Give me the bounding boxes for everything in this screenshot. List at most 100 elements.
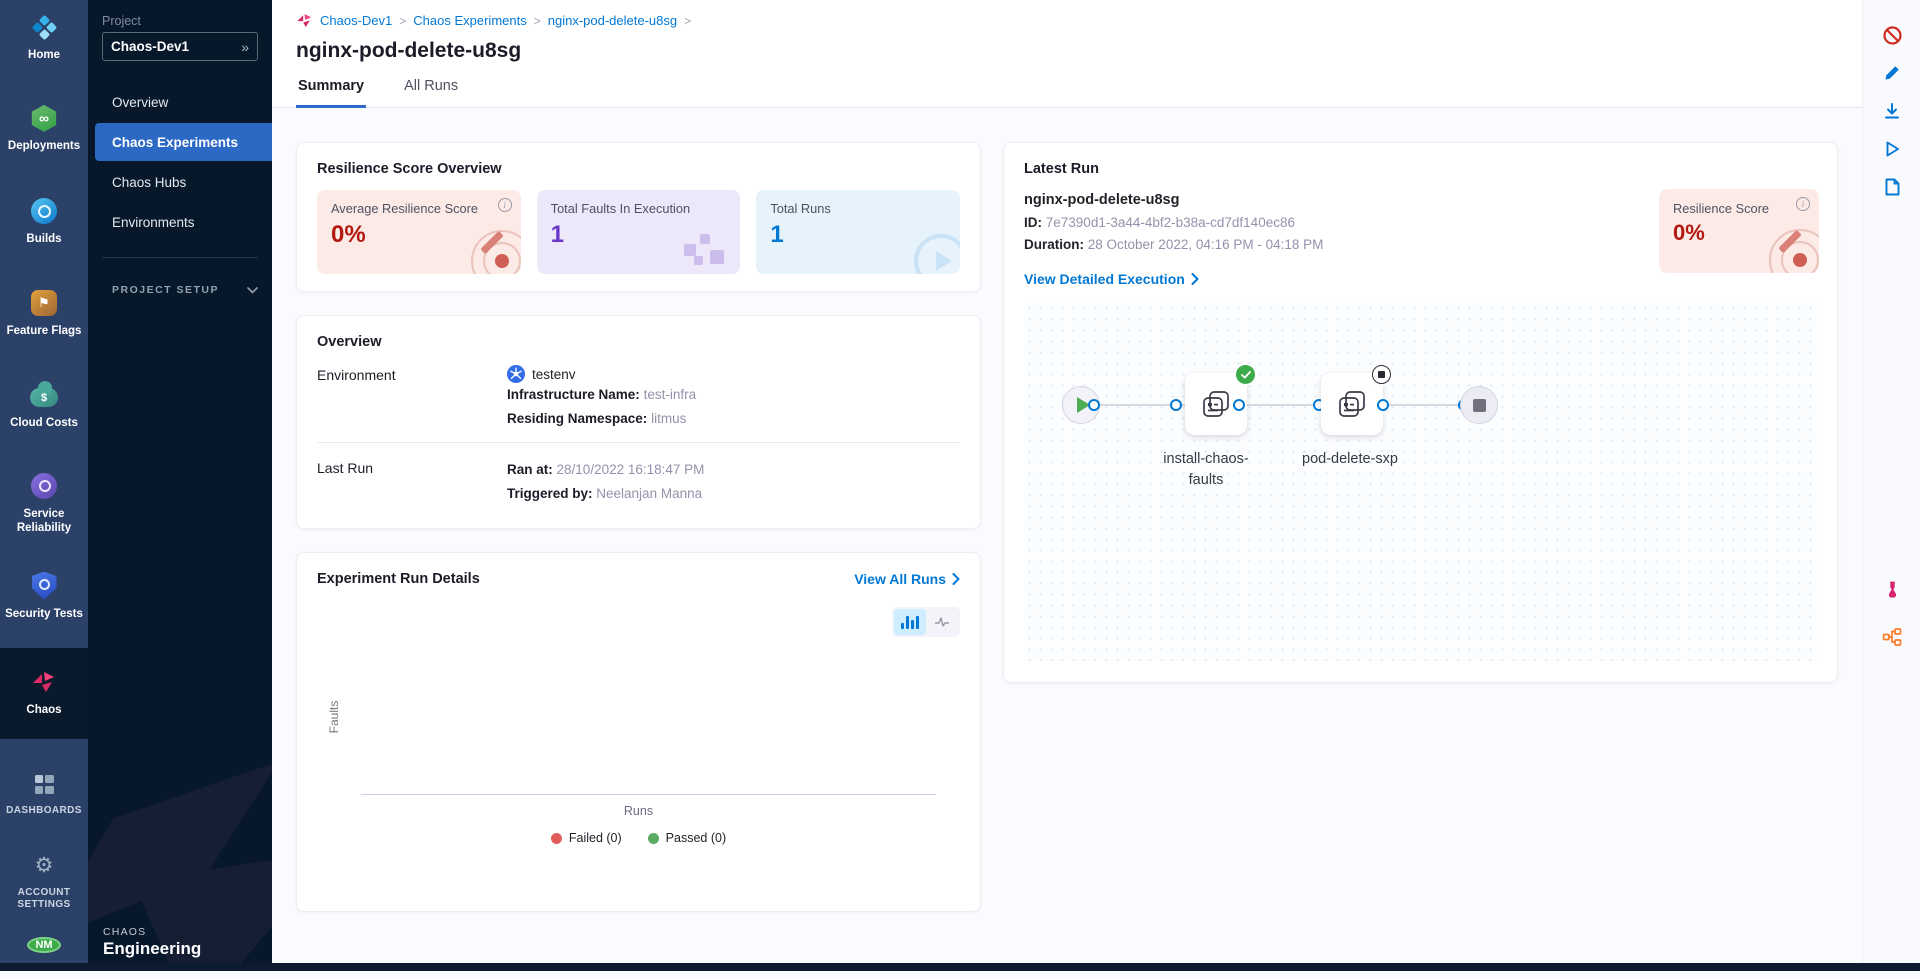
triggered-by-value: Neelanjan Manna — [596, 486, 702, 501]
pipeline-diagram-icon[interactable] — [1881, 626, 1903, 648]
view-detailed-execution-link[interactable]: View Detailed Execution — [1024, 271, 1817, 287]
cloud-costs-icon: $ — [30, 381, 58, 409]
breadcrumb-experiment-name[interactable]: nginx-pod-delete-u8sg — [548, 13, 677, 28]
stat-label: Total Faults In Execution — [551, 201, 727, 216]
pipeline-canvas: install-chaos-faults pod-delete-sxp — [1024, 303, 1817, 661]
nav-feature-flags[interactable]: ⚑ Feature Flags — [0, 276, 88, 351]
project-setup-toggle[interactable]: PROJECT SETUP — [112, 284, 258, 296]
download-icon[interactable] — [1881, 100, 1903, 122]
breadcrumb-project[interactable]: Chaos-Dev1 — [320, 13, 392, 28]
chart-x-axis — [361, 794, 936, 795]
stat-value: 1 — [770, 221, 946, 249]
chart-type-toggle — [892, 607, 960, 637]
sidebar-item-environments[interactable]: Environments — [88, 203, 272, 241]
nav-home[interactable]: Home — [0, 0, 88, 75]
nav-chaos-label: Chaos — [26, 703, 61, 717]
view-all-runs-link[interactable]: View All Runs — [854, 571, 960, 587]
project-selector[interactable]: Chaos-Dev1 » — [102, 32, 258, 61]
infra-value: test-infra — [644, 387, 697, 402]
success-badge-icon — [1236, 365, 1255, 384]
nav-account-settings-label: ACCOUNT SETTINGS — [13, 887, 75, 912]
experiment-flask-icon[interactable] — [1881, 578, 1903, 600]
brand-name: Engineering — [103, 939, 201, 959]
latest-run-title: Latest Run — [1024, 161, 1817, 177]
run-details-title: Experiment Run Details — [317, 571, 480, 587]
nav-security-tests-label: Security Tests — [5, 607, 83, 621]
stat-value: 0% — [331, 221, 507, 249]
chart-y-axis-label: Faults — [327, 701, 341, 734]
nav-deployments[interactable]: ∞ Deployments — [0, 91, 88, 166]
project-name: Chaos-Dev1 — [111, 39, 189, 54]
chevron-right-icon — [1191, 273, 1199, 285]
info-icon[interactable]: i — [498, 198, 512, 212]
overview-title: Overview — [317, 334, 960, 350]
node-label: pod-delete-sxp — [1285, 449, 1415, 470]
resilience-score-value: 0% — [1673, 220, 1805, 246]
infra-label: Infrastructure Name: — [507, 387, 640, 402]
bar-chart-icon — [901, 616, 919, 629]
security-tests-icon — [30, 572, 58, 600]
resilience-score-label: Resilience Score — [1673, 201, 1805, 216]
namespace-value: litmus — [651, 411, 686, 426]
nav-dashboards[interactable]: DASHBOARDS — [0, 757, 88, 831]
connector-dot — [1377, 399, 1389, 411]
bar-chart-toggle[interactable] — [894, 609, 926, 635]
sidebar-nav: Overview Chaos Experiments Chaos Hubs En… — [88, 83, 272, 241]
pipeline-end-node[interactable] — [1460, 386, 1498, 424]
tab-bar: Summary All Runs — [296, 78, 1838, 107]
nav-security-tests[interactable]: Security Tests — [0, 559, 88, 634]
user-avatar[interactable]: NM — [27, 937, 61, 953]
nav-builds[interactable]: Builds — [0, 184, 88, 259]
sidebar-item-chaos-experiments[interactable]: Chaos Experiments — [95, 123, 272, 161]
edit-icon[interactable] — [1881, 61, 1903, 83]
service-reliability-icon — [30, 472, 58, 500]
line-chart-icon — [934, 616, 950, 628]
chevron-down-icon — [247, 287, 258, 294]
breadcrumb-experiments[interactable]: Chaos Experiments — [413, 13, 526, 28]
bottom-edge-bar — [0, 963, 1920, 971]
module-rail: Home ∞ Deployments Builds ⚑ Feature Flag… — [0, 0, 88, 971]
stat-value: 1 — [551, 221, 727, 249]
sidebar-divider — [102, 257, 258, 258]
nav-cloud-costs-label: Cloud Costs — [10, 416, 78, 430]
sidebar-item-chaos-hubs[interactable]: Chaos Hubs — [88, 163, 272, 201]
disable-icon[interactable] — [1881, 24, 1903, 46]
legend-failed[interactable]: Failed (0) — [551, 831, 622, 845]
dashboards-icon — [30, 770, 58, 798]
nav-account-settings[interactable]: ⚙ ACCOUNT SETTINGS — [0, 839, 88, 925]
builds-icon — [30, 197, 58, 225]
overview-divider — [317, 442, 960, 443]
line-chart-toggle[interactable] — [926, 609, 958, 635]
home-icon — [30, 13, 58, 41]
nav-cloud-costs[interactable]: $ Cloud Costs — [0, 368, 88, 443]
action-tool-rail — [1862, 0, 1920, 971]
stopped-badge-icon — [1372, 365, 1391, 384]
nav-service-reliability[interactable]: Service Reliability — [0, 459, 88, 549]
tab-all-runs[interactable]: All Runs — [402, 78, 460, 108]
run-icon[interactable] — [1881, 138, 1903, 160]
duration-label: Duration: — [1024, 237, 1084, 252]
deployments-icon: ∞ — [30, 104, 58, 132]
chevron-right-icon — [952, 573, 960, 585]
document-icon[interactable] — [1881, 176, 1903, 198]
resilience-score-overview-card: Resilience Score Overview i Average Resi… — [296, 142, 981, 292]
breadcrumb: Chaos-Dev1 > Chaos Experiments > nginx-p… — [296, 12, 1838, 29]
pipeline-node-pod-delete[interactable] — [1321, 373, 1383, 435]
project-label: Project — [102, 14, 272, 28]
nav-chaos[interactable]: Chaos — [0, 648, 88, 739]
failed-dot-icon — [551, 833, 562, 844]
sidebar-item-overview[interactable]: Overview — [88, 83, 272, 121]
breadcrumb-separator: > — [534, 14, 541, 28]
connector-dot — [1170, 399, 1182, 411]
info-icon[interactable]: i — [1796, 197, 1810, 211]
breadcrumb-separator: > — [684, 14, 691, 28]
stat-total-runs: Total Runs 1 — [756, 190, 960, 274]
ran-at-label: Ran at: — [507, 462, 553, 477]
tab-summary[interactable]: Summary — [296, 78, 366, 108]
brand-top: CHAOS — [103, 926, 201, 938]
stat-total-faults: Total Faults In Execution 1 — [537, 190, 741, 274]
project-setup-label: PROJECT SETUP — [112, 284, 219, 296]
feature-flags-icon: ⚑ — [30, 289, 58, 317]
nav-home-label: Home — [28, 48, 60, 62]
legend-passed[interactable]: Passed (0) — [648, 831, 726, 845]
